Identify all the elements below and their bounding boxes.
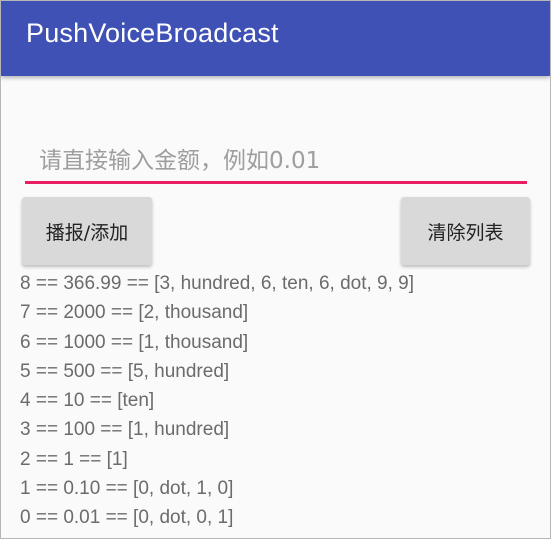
app-bar: PushVoiceBroadcast	[1, 1, 550, 76]
broadcast-log-list: 8 == 366.99 == [3, hundred, 6, ten, 6, d…	[20, 269, 414, 533]
list-item: 3 == 100 == [1, hundred]	[20, 419, 230, 441]
amount-field	[25, 141, 527, 185]
list-item: 7 == 2000 == [2, thousand]	[20, 302, 249, 324]
broadcast-add-button[interactable]: 播报/添加	[22, 197, 152, 265]
app-window: PushVoiceBroadcast 播报/添加 清除列表 8 == 366.9…	[0, 0, 551, 539]
list-item: 5 == 500 == [5, hundred]	[20, 360, 230, 382]
list-item: 0 == 0.01 == [0, dot, 0, 1]	[20, 507, 234, 529]
clear-list-button[interactable]: 清除列表	[401, 197, 530, 265]
list-item: 4 == 10 == [ten]	[20, 390, 155, 412]
app-title: PushVoiceBroadcast	[26, 18, 279, 48]
list-item: 8 == 366.99 == [3, hundred, 6, ten, 6, d…	[20, 273, 415, 294]
list-item: 2 == 1 == [1]	[20, 448, 128, 470]
amount-input[interactable]	[25, 141, 525, 181]
list-item: 1 == 0.10 == [0, dot, 1, 0]	[20, 478, 234, 500]
list-item: 6 == 1000 == [1, thousand]	[20, 331, 249, 353]
amount-input-underline	[25, 181, 527, 184]
